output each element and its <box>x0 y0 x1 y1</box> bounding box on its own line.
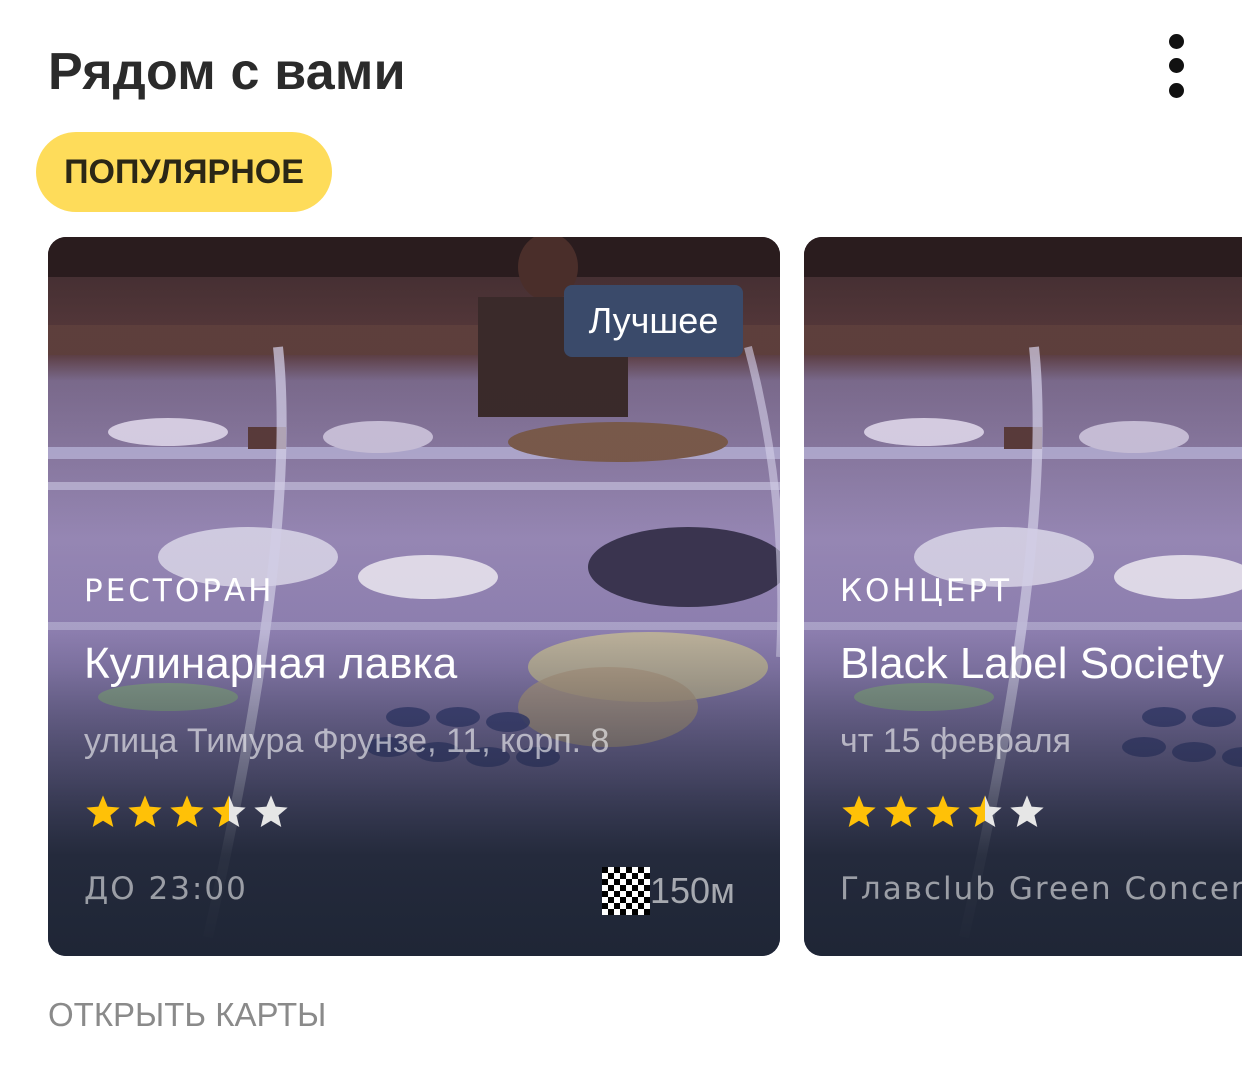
card-category: РЕСТОРАН <box>84 573 275 609</box>
more-vertical-icon <box>1169 34 1184 49</box>
checkered-flag-icon <box>602 867 650 915</box>
star-half-icon <box>212 795 246 828</box>
star-filled-icon <box>926 795 960 828</box>
best-badge: Лучшее <box>564 285 743 357</box>
opening-hours: ДО 23:00 <box>84 871 248 907</box>
distance: 150м <box>602 865 735 917</box>
more-menu-button[interactable] <box>1150 26 1202 104</box>
star-filled-icon <box>86 795 120 828</box>
event-date: чт 15 февраля <box>840 722 1072 760</box>
star-filled-icon <box>128 795 162 828</box>
card-address: улица Тимура Фрунзе, 11, корп. 8 <box>84 722 610 760</box>
rating-stars <box>84 793 290 837</box>
open-maps-link[interactable]: ОТКРЫТЬ КАРТЫ <box>48 996 326 1034</box>
star-filled-icon <box>884 795 918 828</box>
star-half-icon <box>968 795 1002 828</box>
distance-value: 150м <box>650 870 735 911</box>
filter-chip-popular[interactable]: ПОПУЛЯРНОЕ <box>36 132 332 212</box>
card-category: КОНЦЕРТ <box>840 573 1013 609</box>
star-filled-icon <box>170 795 204 828</box>
star-empty-icon <box>254 795 288 828</box>
star-empty-icon <box>1010 795 1044 828</box>
event-venue: Главclub Green Concert <box>840 871 1242 907</box>
rating-stars <box>840 793 1046 837</box>
more-vertical-icon-dot <box>1169 58 1184 73</box>
section-title: Рядом с вами <box>48 43 406 101</box>
star-filled-icon <box>842 795 876 828</box>
place-card[interactable]: Лучшее РЕСТОРАН Кулинарная лавка улица Т… <box>48 237 780 956</box>
card-title: Кулинарная лавка <box>84 639 458 688</box>
card-title: Black Label Society <box>840 639 1224 688</box>
event-card[interactable]: КОНЦЕРТ Black Label Society чт 15 феврал… <box>804 237 1242 956</box>
more-vertical-icon-dot <box>1169 83 1184 98</box>
